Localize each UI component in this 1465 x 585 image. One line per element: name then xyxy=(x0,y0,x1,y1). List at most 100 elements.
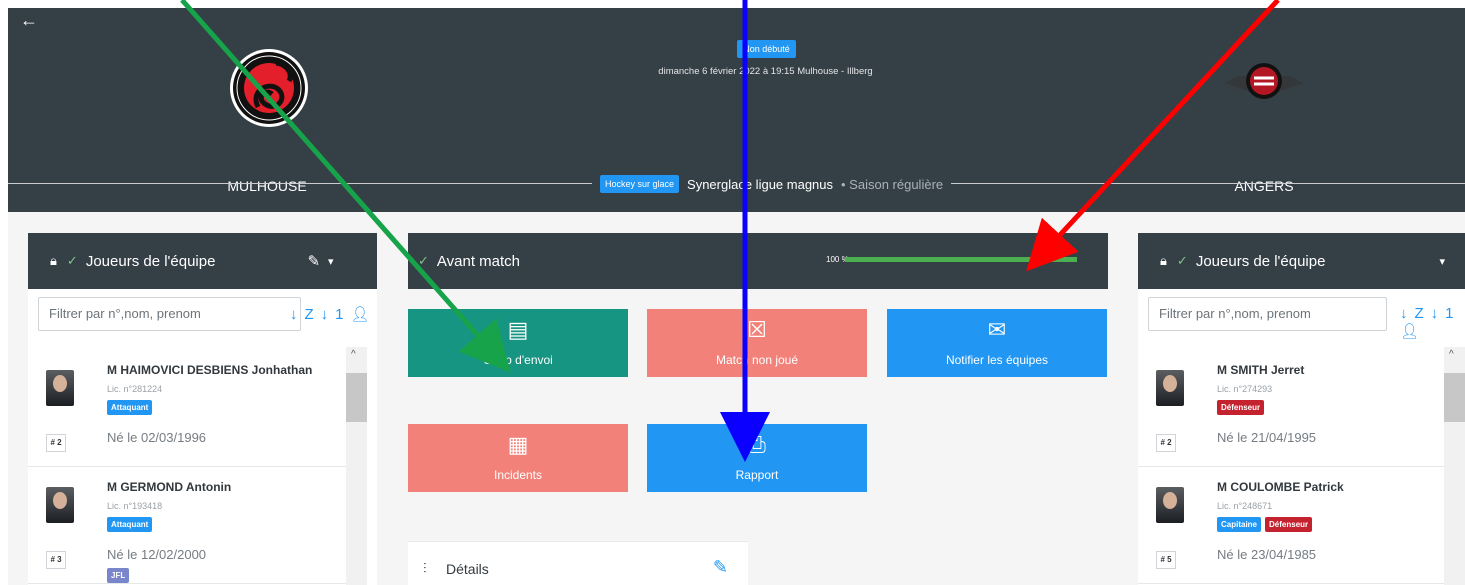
away-panel-header: 🔒︎ ✓ Joueurs de l'équipe ▾ xyxy=(1138,233,1465,289)
player-license: Lic. n°193418 xyxy=(107,501,163,511)
envelope-icon: ✉ xyxy=(987,317,1007,342)
sort-number-icon[interactable]: ↓1 xyxy=(1431,305,1461,322)
position-badge: Défenseur xyxy=(1217,400,1265,415)
report-tile[interactable]: ⎙ Rapport xyxy=(647,424,867,492)
user-remove-icon[interactable]: 👤︎ xyxy=(351,306,377,323)
position-badge: Attaquant xyxy=(107,517,153,532)
player-row[interactable]: # 2 M SMITH Jerret Lic. n°274293 Défense… xyxy=(1138,350,1456,467)
user-remove-icon[interactable]: 👤︎ xyxy=(1400,323,1426,340)
prematch-panel: ✓ Avant match 100 % xyxy=(408,233,1108,289)
edit-icon[interactable]: ✎ xyxy=(713,557,728,578)
away-players-panel: 🔒︎ ✓ Joueurs de l'équipe ▾ Filtrer par n… xyxy=(1138,233,1465,585)
home-team-name: MULHOUSE xyxy=(227,178,307,194)
captain-badge: Capitaine xyxy=(1217,517,1262,532)
player-badges: Attaquant xyxy=(107,400,153,415)
prematch-title: Avant match xyxy=(436,252,521,270)
home-panel-header: 🔒︎ ✓ Joueurs de l'équipe ✎ ▾ xyxy=(28,233,377,289)
match-not-played-label: Match non joué xyxy=(715,353,799,367)
match-header: ← Non débuté dimanche 6 février 2022 à 1… xyxy=(8,8,1465,212)
sort-icons: ↓Z↓1👤︎ xyxy=(290,305,377,323)
position-badge: Attaquant xyxy=(107,400,153,415)
progress-bar xyxy=(845,257,1077,262)
player-license: Lic. n°248671 xyxy=(1217,501,1273,511)
report-label: Rapport xyxy=(735,468,779,482)
kickoff-tile[interactable]: ▤ Coup d'envoi xyxy=(408,309,628,377)
kickoff-label: Coup d'envoi xyxy=(483,353,553,367)
competition-name: Synerglace ligue magnus xyxy=(687,176,834,192)
position-badge: Défenseur xyxy=(1265,517,1313,532)
player-birthdate: Né le 12/02/2000 xyxy=(107,547,207,562)
scrollbar-thumb[interactable] xyxy=(1444,373,1465,422)
player-row[interactable]: # 2 M HAIMOVICI DESBIENS Jonhathan Lic. … xyxy=(28,350,346,467)
player-list-scrollbar[interactable]: ^ xyxy=(346,347,367,585)
player-license: Lic. n°281224 xyxy=(107,384,163,394)
scroll-up-icon[interactable]: ^ xyxy=(351,349,356,360)
sort-number-icon[interactable]: ↓1 xyxy=(321,306,351,323)
pdf-icon: ⎙ xyxy=(748,432,766,457)
player-photo xyxy=(1156,487,1184,523)
match-not-played-tile[interactable]: ☒ Match non joué xyxy=(647,309,867,377)
sport-badge: Hockey sur glace xyxy=(600,175,680,193)
competition-row: Hockey sur glace Synerglace ligue magnus… xyxy=(592,173,952,195)
player-number: # 2 xyxy=(1156,434,1176,452)
player-row[interactable]: # 5 M COULOMBE Patrick Lic. n°248671 Cap… xyxy=(1138,467,1456,584)
player-photo xyxy=(1156,370,1184,406)
away-team-name: ANGERS xyxy=(1234,178,1294,194)
sort-alpha-icon[interactable]: ↓Z xyxy=(290,306,321,323)
ducs-angers-logo xyxy=(1225,63,1303,99)
player-name: M HAIMOVICI DESBIENS Jonhathan xyxy=(107,363,313,377)
chevron-down-icon[interactable]: ▾ xyxy=(1439,255,1445,268)
player-number: # 2 xyxy=(46,434,66,452)
player-row[interactable]: # 3 M GERMOND Antonin Lic. n°193418 Atta… xyxy=(28,467,346,584)
player-photo xyxy=(46,487,74,523)
home-filter-input[interactable]: Filtrer par n°,nom, prenom xyxy=(38,297,301,331)
home-panel-title: Joueurs de l'équipe xyxy=(85,252,216,270)
newspaper-icon: ▦ xyxy=(507,432,529,457)
player-birthdate: Né le 21/04/1995 xyxy=(1217,430,1317,445)
document-stack-icon: ▤ xyxy=(507,317,529,342)
scroll-up-icon[interactable]: ^ xyxy=(1449,349,1454,360)
home-players-panel: 🔒︎ ✓ Joueurs de l'équipe ✎ ▾ Filtrer par… xyxy=(28,233,377,585)
edit-icon[interactable]: ✎ xyxy=(307,252,320,270)
player-name: M GERMOND Antonin xyxy=(107,480,232,494)
away-panel-title: Joueurs de l'équipe xyxy=(1195,252,1326,270)
notify-teams-label: Notifier les équipes xyxy=(945,353,1049,367)
chevron-down-icon[interactable]: ▾ xyxy=(328,255,334,268)
match-content: 🔒︎ ✓ Joueurs de l'équipe ✎ ▾ Filtrer par… xyxy=(8,212,1465,585)
sort-alpha-icon[interactable]: ↓Z xyxy=(1400,305,1431,322)
sort-icons: ↓Z↓1 👤︎ xyxy=(1400,305,1465,340)
match-page: ← Non débuté dimanche 6 février 2022 à 1… xyxy=(0,0,1465,585)
category-badge: JFL xyxy=(107,568,130,583)
details-label: Détails xyxy=(446,561,489,577)
player-license: Lic. n°274293 xyxy=(1217,384,1273,394)
incidents-tile[interactable]: ▦ Incidents xyxy=(408,424,628,492)
check-icon: ✓ xyxy=(418,253,429,268)
player-birthdate: Né le 02/03/1996 xyxy=(107,430,207,445)
cancel-document-icon: ☒ xyxy=(747,317,767,342)
player-list-scrollbar[interactable]: ^ xyxy=(1444,347,1465,585)
player-birthdate: Né le 23/04/1985 xyxy=(1217,547,1317,562)
lock-icon: 🔒︎ xyxy=(1160,253,1167,268)
player-number: # 3 xyxy=(46,551,66,569)
check-icon: ✓ xyxy=(1176,253,1188,268)
status-badge: Non débuté xyxy=(737,40,796,58)
scrollbar-thumb[interactable] xyxy=(346,373,367,422)
away-filter-input[interactable]: Filtrer par n°,nom, prenom xyxy=(1148,297,1387,331)
details-panel: ⫶ Détails ✎ xyxy=(408,541,748,585)
player-badges-secondary: JFL xyxy=(107,568,130,583)
check-icon: ✓ xyxy=(66,253,78,268)
player-badges: Attaquant xyxy=(107,517,153,532)
player-number: # 5 xyxy=(1156,551,1176,569)
player-name: M COULOMBE Patrick xyxy=(1217,480,1344,494)
season-label: • Saison régulière xyxy=(841,176,944,192)
player-badges: Capitaine Défenseur xyxy=(1217,517,1313,532)
arrow-left-icon[interactable]: ← xyxy=(20,10,38,31)
player-photo xyxy=(46,370,74,406)
progress-fill xyxy=(845,257,1077,262)
incidents-label: Incidents xyxy=(493,468,543,482)
player-name: M SMITH Jerret xyxy=(1217,363,1305,377)
sliders-icon: ⫶ xyxy=(423,560,427,576)
notify-teams-tile[interactable]: ✉ Notifier les équipes xyxy=(887,309,1107,377)
scorpions-logo xyxy=(230,49,308,127)
player-badges: Défenseur xyxy=(1217,400,1265,415)
